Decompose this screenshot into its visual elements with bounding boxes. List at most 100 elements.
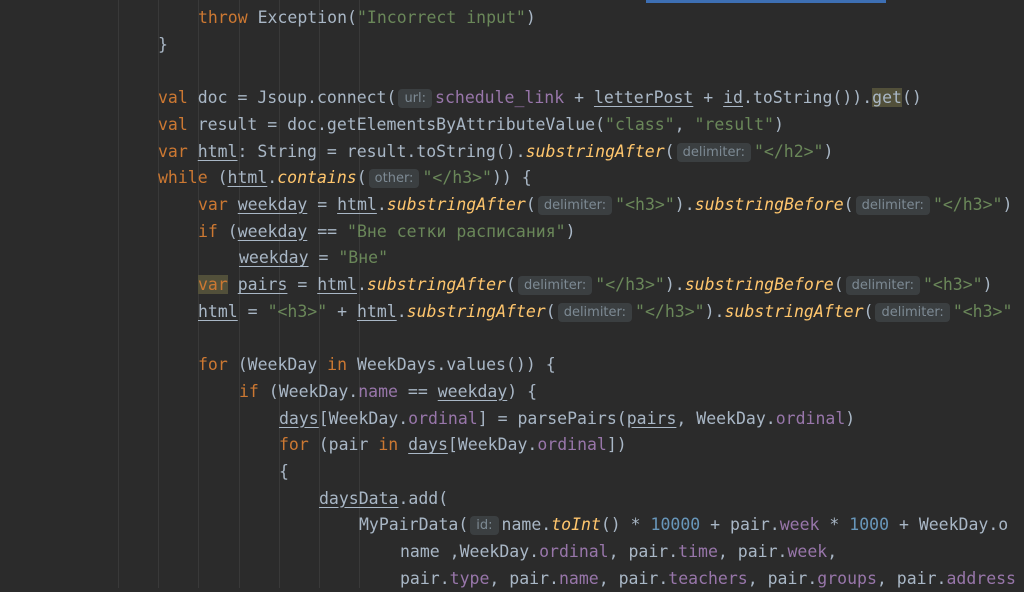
code-token: . bbox=[356, 275, 367, 294]
code-line[interactable]: MyPairData(id: name.toInt() * 10000 + pai… bbox=[359, 512, 1008, 539]
code-token: weekday bbox=[237, 221, 308, 241]
code-token: ) bbox=[823, 141, 834, 161]
code-token: html bbox=[337, 194, 377, 214]
code-token: "Вне сетки расписания" bbox=[347, 221, 566, 241]
code-token: * bbox=[819, 515, 850, 535]
code-line[interactable]: if (WeekDay.name == weekday) { bbox=[239, 379, 537, 406]
code-token: .toString()). bbox=[743, 88, 873, 108]
parameter-hint: delimiter: bbox=[537, 195, 613, 215]
code-token: ( bbox=[356, 168, 367, 188]
code-line[interactable]: val result = doc.getElementsByAttributeV… bbox=[158, 112, 784, 139]
code-token: = bbox=[308, 248, 339, 268]
parameter-hint: delimiter: bbox=[557, 302, 633, 322]
code-token: () bbox=[901, 88, 922, 108]
code-token: html bbox=[198, 301, 238, 321]
code-line[interactable]: html = "<h3>" + html.substringAfter(deli… bbox=[198, 299, 1012, 326]
code-token: substringAfter bbox=[406, 301, 546, 321]
code-token: (pair bbox=[308, 435, 379, 455]
code-token: "<h3>" bbox=[615, 194, 675, 214]
code-line[interactable]: name ,WeekDay.ordinal, pair.time, pair.w… bbox=[400, 539, 837, 566]
code-token: ) bbox=[1002, 194, 1013, 214]
code-line[interactable]: throw Exception("Incorrect input") bbox=[198, 5, 536, 32]
code-token: get bbox=[872, 88, 902, 108]
code-line[interactable]: weekday = "Вне" bbox=[239, 245, 388, 272]
code-token: ( bbox=[664, 141, 675, 161]
code-token: [WeekDay. bbox=[447, 435, 538, 455]
code-token: , bbox=[827, 542, 838, 561]
code-line[interactable]: pair.type, pair.name, pair.teachers, pai… bbox=[400, 566, 1016, 592]
code-token: ]) bbox=[606, 435, 627, 455]
code-line[interactable]: if (weekday == "Вне сетки расписания") bbox=[198, 219, 576, 246]
code-line[interactable]: val doc = Jsoup.connect(url: schedule_lin… bbox=[158, 85, 922, 112]
code-token: val bbox=[158, 114, 188, 134]
code-token: ( bbox=[843, 194, 854, 214]
code-token: ordinal bbox=[408, 408, 478, 428]
code-token: , pair. bbox=[876, 568, 947, 588]
code-token: substringBefore bbox=[694, 194, 844, 214]
code-line[interactable]: var weekday = html.substringAfter(delimi… bbox=[198, 192, 1012, 219]
code-token: = bbox=[237, 301, 268, 321]
code-token: . bbox=[267, 168, 278, 188]
code-token: "Incorrect input" bbox=[356, 8, 526, 27]
code-token: ). bbox=[674, 194, 695, 214]
code-token: for bbox=[279, 435, 309, 455]
code-token: week bbox=[787, 542, 828, 561]
code-token: (WeekDay. bbox=[258, 381, 359, 401]
code-token: MyPairData( bbox=[359, 515, 469, 535]
parameter-hint: delimiter: bbox=[517, 276, 593, 295]
code-token: in bbox=[327, 355, 348, 375]
code-token: "</h3>" bbox=[422, 168, 492, 188]
code-token: var bbox=[198, 194, 228, 214]
code-token: type bbox=[449, 568, 490, 588]
code-token: ordinal bbox=[537, 435, 607, 455]
parameter-hint: delimiter: bbox=[676, 142, 751, 162]
code-token: "class" bbox=[605, 114, 675, 134]
code-token: substringAfter bbox=[525, 141, 665, 161]
code-line[interactable]: while (html.contains(other: "</h3>")) { bbox=[158, 165, 532, 192]
code-token: "<h3>" bbox=[952, 301, 1013, 321]
code-token: [WeekDay. bbox=[318, 408, 409, 428]
editor-tab-indicator bbox=[646, 0, 886, 3]
code-token: ( bbox=[525, 194, 536, 214]
code-line[interactable]: } bbox=[158, 32, 168, 59]
code-token: daysData bbox=[319, 488, 399, 508]
code-token: . bbox=[396, 301, 407, 321]
code-token: = bbox=[287, 275, 318, 294]
code-line[interactable]: daysData.add( bbox=[319, 486, 448, 513]
parameter-hint: delimiter: bbox=[855, 195, 930, 215]
code-token: html bbox=[197, 141, 238, 161]
code-token: throw bbox=[198, 8, 248, 27]
code-token: Exception( bbox=[247, 8, 357, 27]
code-token: weekday bbox=[239, 248, 309, 268]
code-line[interactable]: for (pair in days[WeekDay.ordinal]) bbox=[279, 432, 627, 459]
code-token: + bbox=[693, 88, 724, 108]
code-token: == bbox=[397, 381, 438, 401]
code-token: ( bbox=[545, 301, 556, 321]
code-token: weekday bbox=[237, 194, 308, 214]
code-token: : String = result.toString(). bbox=[237, 141, 526, 161]
code-token: ) bbox=[773, 114, 784, 134]
code-editor[interactable]: throw Exception("Incorrect input") } val… bbox=[0, 5, 1024, 588]
code-token: val bbox=[158, 88, 188, 108]
code-token: , pair. bbox=[717, 542, 788, 561]
code-token: } bbox=[158, 34, 168, 54]
code-token: for bbox=[198, 355, 228, 375]
code-token: == bbox=[307, 221, 348, 241]
code-line[interactable]: var pairs = html.substringAfter(delimite… bbox=[198, 272, 993, 299]
code-token: { bbox=[279, 461, 289, 481]
code-token: + bbox=[327, 301, 357, 321]
code-token: . bbox=[376, 194, 387, 214]
code-line[interactable]: { bbox=[279, 459, 289, 486]
code-line[interactable]: for (WeekDay in WeekDays.values()) { bbox=[198, 352, 556, 379]
parameter-hint: id: bbox=[470, 516, 499, 536]
code-token: "</h3>" bbox=[932, 194, 1003, 214]
code-token: pairs bbox=[237, 275, 288, 294]
code-token: ) bbox=[845, 408, 856, 428]
code-token: , pair. bbox=[598, 568, 669, 588]
code-line[interactable]: var html: String = result.toString().sub… bbox=[158, 139, 833, 166]
code-token: "</h3>" bbox=[595, 275, 665, 294]
code-token: .add( bbox=[398, 488, 449, 508]
code-token: groups bbox=[817, 568, 877, 588]
code-line[interactable]: days[WeekDay.ordinal] = parsePairs(pairs… bbox=[279, 406, 855, 433]
code-token: ) { bbox=[507, 381, 538, 401]
